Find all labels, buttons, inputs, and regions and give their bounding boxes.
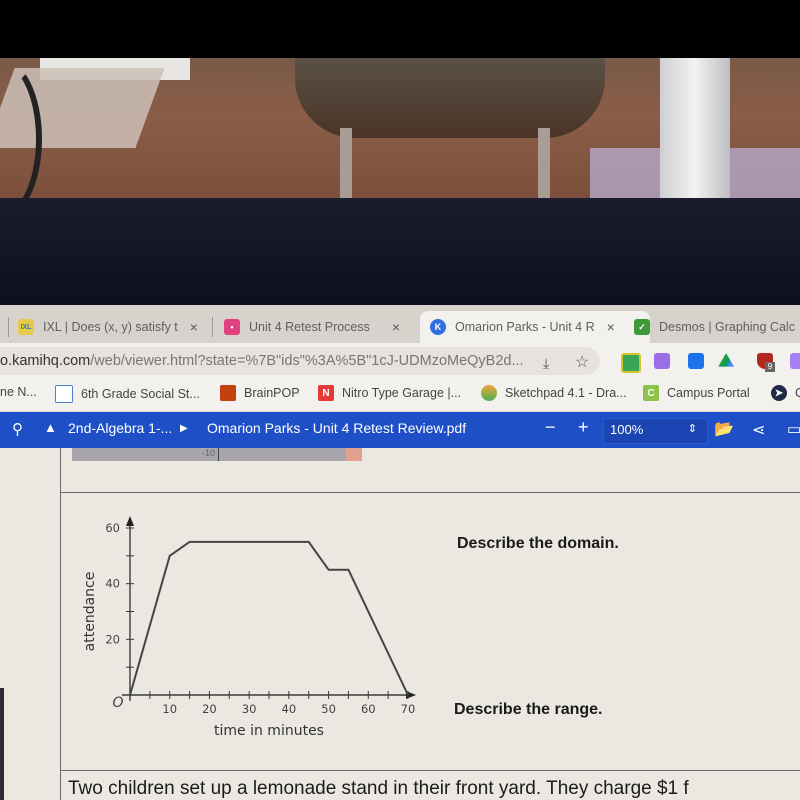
tab-title: IXL | Does (x, y) satisfy t (43, 320, 178, 334)
browser-window: IXL IXL | Does (x, y) satisfy t × ▪ Unit… (0, 305, 800, 800)
next-question-text: Two children set up a lemonade stand in … (68, 778, 689, 799)
campus-portal-icon: C (643, 385, 659, 401)
ixl-favicon: IXL (18, 319, 34, 335)
screencastify-extension-icon[interactable] (688, 353, 704, 369)
install-app-icon[interactable]: ⤓ (543, 355, 549, 372)
x-tick-label: 20 (202, 702, 217, 716)
x-tick-label: 60 (361, 702, 376, 716)
document-title: Omarion Parks - Unit 4 Retest Review.pdf (207, 420, 467, 436)
bookmark-item[interactable]: ne N... (0, 385, 37, 399)
url-text[interactable]: o.kamihq.com/web/viewer.html?state=%7B"i… (0, 353, 524, 369)
y-tick-label: 40 (105, 577, 120, 591)
monitor-bezel (0, 198, 800, 308)
close-icon[interactable]: × (392, 319, 400, 335)
ublock-extension-icon[interactable]: 9 (757, 353, 775, 372)
print-icon[interactable]: ▭ (787, 420, 800, 438)
y-axis-label: attendance (82, 572, 98, 652)
google-drive-icon: ▲ (44, 420, 57, 435)
prompt-range: Describe the range. (454, 701, 603, 718)
tab-strip: IXL IXL | Does (x, y) satisfy t × ▪ Unit… (0, 305, 800, 343)
breadcrumb-chevron-icon: ▶ (180, 423, 188, 434)
close-icon[interactable]: × (607, 319, 615, 335)
attendance-graph: 10 20 30 40 50 60 70 20 40 60 Otime in minutes atte… (82, 516, 416, 738)
bookmark-item-overflow[interactable]: ➤ C (771, 385, 800, 401)
tab-unit4-retest-process[interactable]: ▪ Unit 4 Retest Process × (224, 311, 400, 343)
open-folder-icon[interactable]: 📂 (714, 419, 734, 439)
desmos-favicon: ✓ (634, 319, 650, 335)
zoom-in-button[interactable]: + (578, 417, 589, 438)
google-classroom-assignment-favicon: ▪ (224, 319, 240, 335)
bookmark-star-icon[interactable]: ☆ (575, 352, 589, 372)
brainpop-icon (220, 385, 236, 401)
tab-desmos[interactable]: ✓ Desmos | Graphing Calc (634, 311, 795, 343)
pdf-page: -10 10 20 30 40 50 60 70 20 40 60 Otime in minutes… (0, 448, 800, 800)
background-room-photo (0, 58, 800, 203)
series-line-attendance (129, 540, 409, 696)
tab-title: Unit 4 Retest Process (249, 320, 370, 334)
zoom-level-select[interactable]: 100% ⇕ (603, 418, 708, 444)
y-axis-arrow (126, 516, 134, 526)
extension-badge: 9 (765, 362, 775, 372)
x-tick-label: 40 (282, 702, 297, 716)
google-classroom-extension-icon[interactable] (621, 353, 641, 373)
omnibox[interactable]: o.kamihq.com/web/viewer.html?state=%7B"i… (0, 347, 600, 375)
share-icon[interactable]: ⋖ (752, 420, 765, 440)
bookmark-nitro-type[interactable]: N Nitro Type Garage |... (318, 385, 461, 401)
read-write-extension-icon[interactable] (654, 353, 670, 369)
x-axis-label: time in minutes (214, 723, 324, 738)
nitro-type-icon: N (318, 385, 334, 401)
sketchpad-icon (481, 385, 497, 401)
chevron-updown-icon: ⇕ (687, 423, 697, 435)
search-icon[interactable]: ⚲ (12, 420, 23, 438)
photo-black-top (0, 0, 800, 58)
x-tick-label: 70 (401, 702, 416, 716)
address-bar-row: o.kamihq.com/web/viewer.html?state=%7B"i… (0, 343, 800, 379)
previous-graph-fragment: -10 (72, 448, 362, 461)
breadcrumb-folder[interactable]: 2nd-Algebra 1-... (68, 420, 172, 436)
y-tick-label: 20 (105, 632, 120, 646)
question-divider (60, 770, 800, 771)
tab-omarion-parks-active[interactable]: K Omarion Parks - Unit 4 R × (420, 311, 650, 343)
bookmarks-bar: ne N... 6th Grade Social St... BrainPOP … (0, 379, 800, 412)
x-tick-label: 30 (242, 702, 257, 716)
kami-favicon: K (430, 319, 446, 335)
google-drive-extension-icon[interactable] (718, 353, 734, 367)
tab-title: Desmos | Graphing Calc (659, 320, 795, 334)
bookmark-brainpop[interactable]: BrainPOP (220, 385, 300, 401)
extension-icon[interactable] (790, 353, 800, 369)
y-tick-label: 60 (105, 521, 120, 535)
x-tick-label: 50 (321, 702, 336, 716)
tab-ixl[interactable]: IXL IXL | Does (x, y) satisfy t × (18, 311, 198, 343)
close-icon[interactable]: × (190, 319, 198, 335)
paper-plane-icon: ➤ (771, 385, 787, 401)
zoom-out-button[interactable]: − (545, 417, 556, 438)
tab-title: Omarion Parks - Unit 4 R (455, 320, 595, 334)
question-divider (60, 492, 800, 493)
kami-toolbar: ⚲ ▲ 2nd-Algebra 1-... ▶ Omarion Parks - … (0, 412, 800, 448)
prompt-domain: Describe the domain. (457, 535, 619, 552)
bookmark-campus-portal[interactable]: C Campus Portal (643, 385, 750, 401)
origin-label: O (112, 695, 123, 711)
x-tick-label: 10 (162, 702, 177, 716)
bookmark-6th-grade-social-studies[interactable]: 6th Grade Social St... (55, 385, 200, 403)
bookmark-sketchpad[interactable]: Sketchpad 4.1 - Dra... (481, 385, 627, 401)
google-sheets-icon (55, 385, 73, 403)
